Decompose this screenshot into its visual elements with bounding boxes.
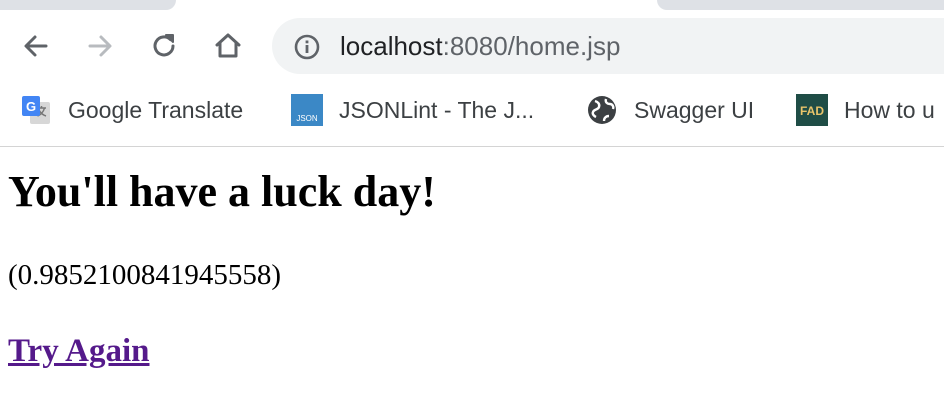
bookmark-swagger-ui[interactable]: Swagger UI [586,92,754,128]
svg-text:JSON: JSON [296,114,318,123]
page-heading: You'll have a luck day! [8,167,436,216]
bookmark-label: How to u [844,96,935,123]
bookmark-label: Swagger UI [634,96,755,123]
home-button[interactable] [208,26,248,66]
try-again-link[interactable]: Try Again [8,333,150,370]
url-text[interactable]: localhost:8080/home.jsp [340,27,620,65]
svg-text:FAD: FAD [800,104,824,118]
info-icon[interactable] [292,32,322,62]
bookmark-jsonlint[interactable]: JSON JSONLint - The J... [291,92,534,128]
globe-icon [588,96,616,124]
bookmark-label: Google Translate [68,96,244,123]
tab[interactable] [0,0,176,10]
reload-button[interactable] [144,26,184,66]
bookmark-google-translate[interactable]: G Google Translate [20,92,243,128]
bookmark-how-to[interactable]: FAD How to u [796,92,935,128]
browser-chrome: localhost:8080/home.jsp G Google Transla… [0,0,944,147]
url-path: :8080/home.jsp [442,31,621,61]
home-icon [215,33,241,58]
bookmark-label: JSONLint - The J... [339,96,535,123]
random-number: (0.9852100841945558) [8,259,282,291]
google-translate-icon: G [22,96,50,124]
page-content: You'll have a luck day! (0.9852100841945… [0,147,944,406]
tab[interactable] [657,0,944,10]
arrow-right-icon [88,35,112,57]
svg-text:G: G [26,99,36,114]
back-button[interactable] [16,26,56,66]
fad-icon: FAD [796,94,828,126]
reload-icon [153,34,175,57]
url-host: localhost [340,31,443,61]
forward-button[interactable] [80,26,120,66]
jsonlint-icon: JSON [291,94,323,126]
address-bar[interactable]: localhost:8080/home.jsp [272,18,944,74]
tab-strip [0,0,944,10]
bookmarks-bar: G Google Translate JSON JSONLint - The J… [0,88,944,132]
arrow-left-icon [24,35,48,57]
